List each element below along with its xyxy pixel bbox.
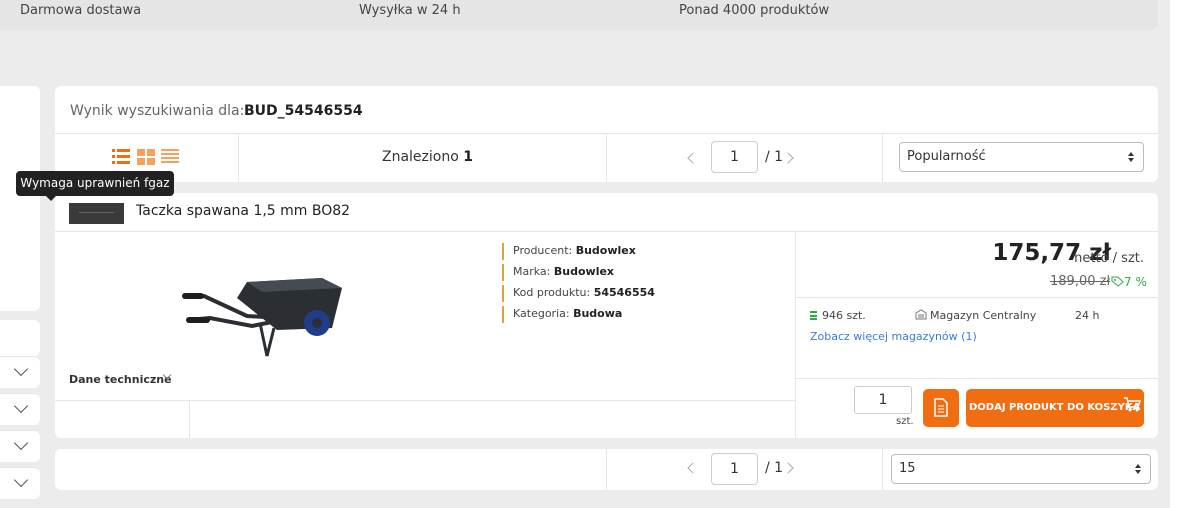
divider xyxy=(882,449,883,490)
chevron-down-icon xyxy=(13,361,29,377)
cart-icon xyxy=(1124,397,1141,412)
results-count-label: Znaleziono xyxy=(382,149,459,165)
divider xyxy=(606,133,607,182)
sort-select[interactable]: Popularność xyxy=(899,142,1144,172)
document-icon xyxy=(934,398,948,417)
divider xyxy=(606,449,607,490)
usp-free-delivery: Darmowa dostawa xyxy=(20,3,142,18)
divider xyxy=(55,400,795,401)
usp-product-count: Ponad 4000 produktów xyxy=(679,3,830,18)
stock-quantity: 946 szt. xyxy=(822,309,866,322)
per-page-select-value: 15 xyxy=(899,461,916,476)
quantity-unit: szt. xyxy=(896,416,914,427)
divider xyxy=(238,133,239,182)
page-number-input[interactable]: 1 xyxy=(711,453,758,485)
product-image[interactable] xyxy=(182,268,346,363)
attr-brand: Marka: Budowlex xyxy=(502,264,655,285)
search-label: Wynik wyszukiwania dla: xyxy=(70,103,245,119)
sidebar-filter-accordion-4[interactable] xyxy=(0,467,40,499)
search-results-header: Wynik wyszukiwania dla: BUD_54546554 Zna… xyxy=(55,86,1158,182)
discount: 7 % xyxy=(1111,275,1147,289)
product-attributes: Producent: Budowlex Marka: Budowlex Kod … xyxy=(502,243,655,327)
chevron-down-icon xyxy=(13,472,29,488)
usp-shipping-24h: Wysyłka w 24 h xyxy=(359,3,461,18)
per-page-select[interactable]: 15 xyxy=(891,454,1151,484)
divider xyxy=(795,231,796,438)
more-warehouses-link[interactable]: Zobacz więcej magazynów (1) xyxy=(810,330,977,343)
prev-page-icon[interactable] xyxy=(687,462,699,474)
chevron-down-icon xyxy=(13,398,29,414)
usp-bar: Darmowa dostawa Wysyłka w 24 h Ponad 400… xyxy=(0,0,1158,30)
divider xyxy=(189,400,190,438)
sidebar-filter-accordion-2[interactable] xyxy=(0,393,40,425)
attr-category: Kategoria: Budowa xyxy=(502,306,655,327)
compact-list-view-icon[interactable] xyxy=(161,148,179,166)
attr-producer: Producent: Budowlex xyxy=(502,243,655,264)
select-arrows-icon xyxy=(1127,150,1135,164)
fgaz-badge[interactable] xyxy=(69,203,124,224)
search-term: BUD_54546554 xyxy=(244,103,363,119)
divider xyxy=(882,133,883,182)
select-arrows-icon xyxy=(1134,462,1142,476)
sidebar-panel xyxy=(0,86,40,311)
grid-view-icon[interactable] xyxy=(137,148,155,166)
divider xyxy=(55,231,1158,232)
sidebar-filter-header xyxy=(0,320,40,356)
warehouse-name: Magazyn Centralny xyxy=(930,309,1037,322)
sidebar-filter-accordion-1[interactable] xyxy=(0,356,40,388)
price-unit: netto / szt. xyxy=(1074,251,1144,266)
page-total: / 1 xyxy=(765,460,784,476)
fgaz-tooltip: Wymaga uprawnień fgaz xyxy=(16,171,174,201)
next-page-icon[interactable] xyxy=(782,152,794,164)
old-price: 189,00 zł xyxy=(1050,274,1111,289)
chevron-down-icon xyxy=(13,435,29,451)
product-name[interactable]: Taczka spawana 1,5 mm BO82 xyxy=(136,203,350,219)
results-count: Znaleziono 1 xyxy=(382,149,473,165)
bottom-pagination: 1 / 1 15 xyxy=(55,449,1158,490)
sidebar-filter-accordion-3[interactable] xyxy=(0,430,40,462)
attr-product-code: Kod produktu: 54546554 xyxy=(502,285,655,306)
right-edge xyxy=(1170,0,1197,508)
sort-select-value: Popularność xyxy=(907,149,986,164)
tag-icon xyxy=(1111,276,1124,287)
tech-data-toggle[interactable]: Dane techniczne xyxy=(69,373,172,386)
add-to-cart-label: DODAJ PRODUKT DO KOSZYKA xyxy=(969,402,1141,413)
view-switcher xyxy=(112,148,182,168)
page-number-input[interactable]: 1 xyxy=(711,141,758,173)
list-view-icon[interactable] xyxy=(112,148,130,166)
delivery-time: 24 h xyxy=(1075,309,1100,322)
results-count-value: 1 xyxy=(463,149,473,165)
stock-level-icon xyxy=(810,311,817,320)
prev-page-icon[interactable] xyxy=(687,152,699,164)
page-total: / 1 xyxy=(765,149,784,165)
warehouse-icon xyxy=(915,309,927,320)
quantity-input[interactable]: 1 xyxy=(854,386,912,414)
divider xyxy=(795,378,1158,379)
next-page-icon[interactable] xyxy=(782,462,794,474)
add-to-cart-button[interactable]: DODAJ PRODUKT DO KOSZYKA xyxy=(966,389,1144,427)
discount-value: 7 % xyxy=(1124,275,1147,289)
divider xyxy=(795,297,1158,298)
quote-button[interactable] xyxy=(923,389,959,427)
